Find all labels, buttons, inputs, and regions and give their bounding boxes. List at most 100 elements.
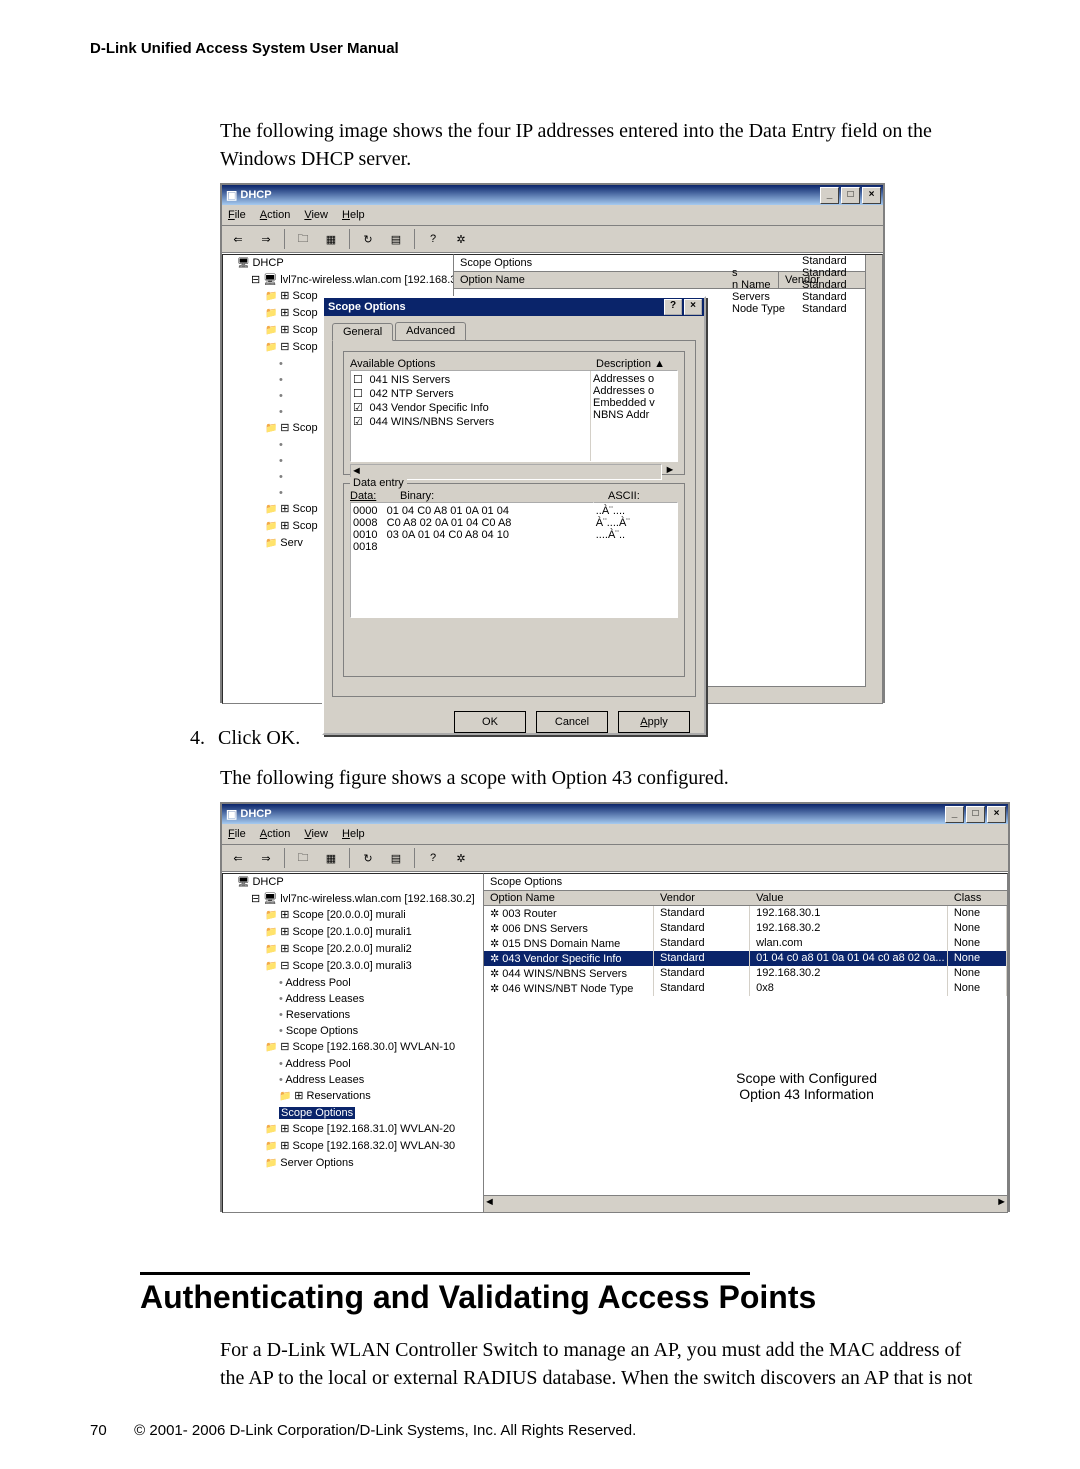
cancel-button[interactable]: Cancel — [536, 711, 608, 733]
col-vendor[interactable]: Vendor — [654, 891, 750, 905]
tree-pane[interactable]: DHCP ⊟ 🖥 lvl7nc-wireless.wlan.com [192.1… — [222, 873, 484, 1213]
scrollbar-vertical[interactable] — [865, 255, 882, 687]
section-heading: Authenticating and Validating Access Poi… — [140, 1279, 990, 1316]
list-row[interactable]: ✲ 003 RouterStandard192.168.30.1None — [484, 906, 1007, 921]
help-button[interactable]: ? — [421, 847, 445, 869]
forward-button[interactable]: ⇒ — [254, 228, 278, 250]
menu-bar: FFileile Action View Help — [222, 205, 883, 226]
forward-button[interactable]: ⇒ — [254, 847, 278, 869]
properties-button[interactable]: ▦ — [319, 847, 343, 869]
scrollbar-horizontal[interactable]: ◄► — [484, 1195, 1007, 1212]
tab-advanced[interactable]: Advanced — [395, 322, 466, 340]
tree-root[interactable]: DHCP ⊟ 🖥 lvl7nc-wireless.wlan.com [192.1… — [237, 874, 483, 1172]
tree-scope[interactable]: ⊟ Scope [20.3.0.0] murali3 Address Pool … — [265, 958, 483, 1039]
col-binary-label: Binary: — [400, 490, 608, 502]
tree-scope[interactable]: ⊞ Scope [192.168.32.0] WVLAN-30 — [265, 1138, 483, 1155]
ascii-view[interactable]: ..À¨.... À¨....À¨ ....À¨.. — [594, 502, 678, 618]
help-button[interactable]: ? — [421, 228, 445, 250]
tree-scope[interactable]: ⊞ Scope [20.0.0.0] murali — [265, 907, 483, 924]
apply-button[interactable]: Apply — [618, 711, 690, 733]
options-button[interactable]: ✲ — [449, 228, 473, 250]
window-titlebar: ▣ DHCP _ □ × — [222, 185, 883, 205]
back-button[interactable]: ⇐ — [226, 847, 250, 869]
tree-scope[interactable]: ⊞ Scope [20.2.0.0] murali2 — [265, 941, 483, 958]
tree-address-leases[interactable]: Address Leases — [279, 991, 483, 1007]
tree-address-leases[interactable]: Address Leases — [279, 1072, 483, 1088]
menu-help[interactable]: Help — [342, 828, 365, 840]
up-button[interactable]: 🗀 — [291, 228, 315, 250]
tree-address-pool[interactable]: Address Pool — [279, 1056, 483, 1072]
col-value[interactable]: Value — [750, 891, 948, 905]
toolbar-divider — [414, 229, 415, 249]
option-row[interactable]: ☐ 042 NTP Servers — [353, 387, 588, 401]
menu-action[interactable]: Action — [260, 828, 291, 840]
scroll-right-button[interactable]: ► — [662, 464, 678, 480]
tree-scope-options-selected[interactable]: Scope Options — [279, 1105, 483, 1121]
list-row[interactable]: ✲ 015 DNS Domain NameStandardwlan.comNon… — [484, 936, 1007, 951]
minimize-button[interactable]: _ — [820, 187, 839, 204]
screenshot-dhcp-scope: ▣ DHCP _ □ × File Action View Help ⇐ ⇒ 🗀… — [220, 802, 1010, 1212]
menu-view[interactable]: View — [304, 828, 328, 840]
available-options-label: Available Options — [350, 358, 596, 370]
maximize-button[interactable]: □ — [966, 806, 985, 823]
col-ascii-label: ASCII: — [608, 490, 678, 502]
tool-bar: ⇐ ⇒ 🗀 ▦ ↻ ▤ ? ✲ — [222, 845, 1008, 872]
menu-view[interactable]: View — [304, 209, 328, 221]
export-button[interactable]: ▤ — [384, 847, 408, 869]
intro-paragraph-1: The following image shows the four IP ad… — [220, 117, 990, 173]
tab-general[interactable]: General — [332, 323, 393, 341]
menu-bar: File Action View Help — [222, 824, 1008, 845]
minimize-button[interactable]: _ — [945, 806, 964, 823]
list-pane: Scope Options Option Name Vendor Value C… — [484, 873, 1008, 1213]
tree-server[interactable]: ⊟ 🖥 lvl7nc-wireless.wlan.com [192.168.30… — [251, 891, 483, 1172]
col-data-label: Data: — [350, 490, 400, 502]
tree-scope[interactable]: ⊟ Scope [192.168.30.0] WVLAN-10 Address … — [265, 1039, 483, 1121]
list-row[interactable]: ✲ 044 WINS/NBNS ServersStandard192.168.3… — [484, 966, 1007, 981]
col-class[interactable]: Class — [948, 891, 1007, 905]
toolbar-divider — [349, 229, 350, 249]
option-row[interactable]: ☐ 041 NIS Servers — [353, 373, 588, 387]
tree-scope[interactable]: ⊞ Scope [192.168.31.0] WVLAN-20 — [265, 1121, 483, 1138]
col-option-name[interactable]: Option Name — [484, 891, 654, 905]
window-title: DHCP — [240, 808, 271, 820]
toolbar-divider — [284, 229, 285, 249]
list-row[interactable]: ✲ 043 Vendor Specific InfoStandard01 04 … — [484, 951, 1007, 966]
hex-editor[interactable]: 0000 01 04 C0 A8 01 0A 01 04 0008 C0 A8 … — [350, 502, 594, 618]
option-row[interactable]: ☑ 044 WINS/NBNS Servers — [353, 415, 588, 429]
refresh-button[interactable]: ↻ — [356, 847, 380, 869]
app-icon: ▣ — [226, 807, 237, 821]
menu-action[interactable]: Action — [260, 209, 291, 221]
intro-paragraph-2: The following figure shows a scope with … — [220, 764, 990, 792]
ok-button[interactable]: OK — [454, 711, 526, 733]
menu-help[interactable]: Help — [342, 209, 365, 221]
properties-button[interactable]: ▦ — [319, 228, 343, 250]
page-footer: 70 © 2001- 2006 D-Link Corporation/D-Lin… — [90, 1422, 990, 1439]
options-listbox[interactable]: ☐ 041 NIS Servers ☐ 042 NTP Servers ☑ 04… — [350, 370, 678, 462]
menu-file[interactable]: File — [228, 828, 246, 840]
tree-scope-options[interactable]: Scope Options — [279, 1023, 483, 1039]
tree-reservations[interactable]: ⊞ Reservations — [279, 1088, 483, 1105]
close-button[interactable]: × — [862, 187, 881, 204]
menu-file[interactable]: FFileile — [228, 209, 246, 221]
dialog-close-button[interactable]: × — [684, 299, 702, 315]
copyright-text: © 2001- 2006 D-Link Corporation/D-Link S… — [134, 1422, 636, 1439]
screenshot-dhcp-dialog: ▣ DHCP _ □ × FFileile Action View Help ⇐… — [220, 183, 885, 703]
up-button[interactable]: 🗀 — [291, 847, 315, 869]
option-row[interactable]: ☑ 043 Vendor Specific Info — [353, 401, 588, 415]
list-row[interactable]: ✲ 006 DNS ServersStandard192.168.30.2Non… — [484, 921, 1007, 936]
tree-address-pool[interactable]: Address Pool — [279, 975, 483, 991]
close-button[interactable]: × — [987, 806, 1006, 823]
refresh-button[interactable]: ↻ — [356, 228, 380, 250]
maximize-button[interactable]: □ — [841, 187, 860, 204]
back-button[interactable]: ⇐ — [226, 228, 250, 250]
col-option-name[interactable]: Option Name — [454, 272, 779, 288]
dialog-help-button[interactable]: ? — [664, 299, 682, 315]
scope-options-dialog: Scope Options ? × General Advanced Avail… — [322, 296, 706, 735]
options-button[interactable]: ✲ — [449, 847, 473, 869]
list-row[interactable]: ✲ 046 WINS/NBT Node TypeStandard0x8None — [484, 981, 1007, 996]
running-header: D-Link Unified Access System User Manual — [90, 40, 990, 57]
export-button[interactable]: ▤ — [384, 228, 408, 250]
tree-scope[interactable]: ⊞ Scope [20.1.0.0] murali1 — [265, 924, 483, 941]
tree-reservations[interactable]: Reservations — [279, 1007, 483, 1023]
tree-server-options[interactable]: Server Options — [265, 1155, 483, 1172]
